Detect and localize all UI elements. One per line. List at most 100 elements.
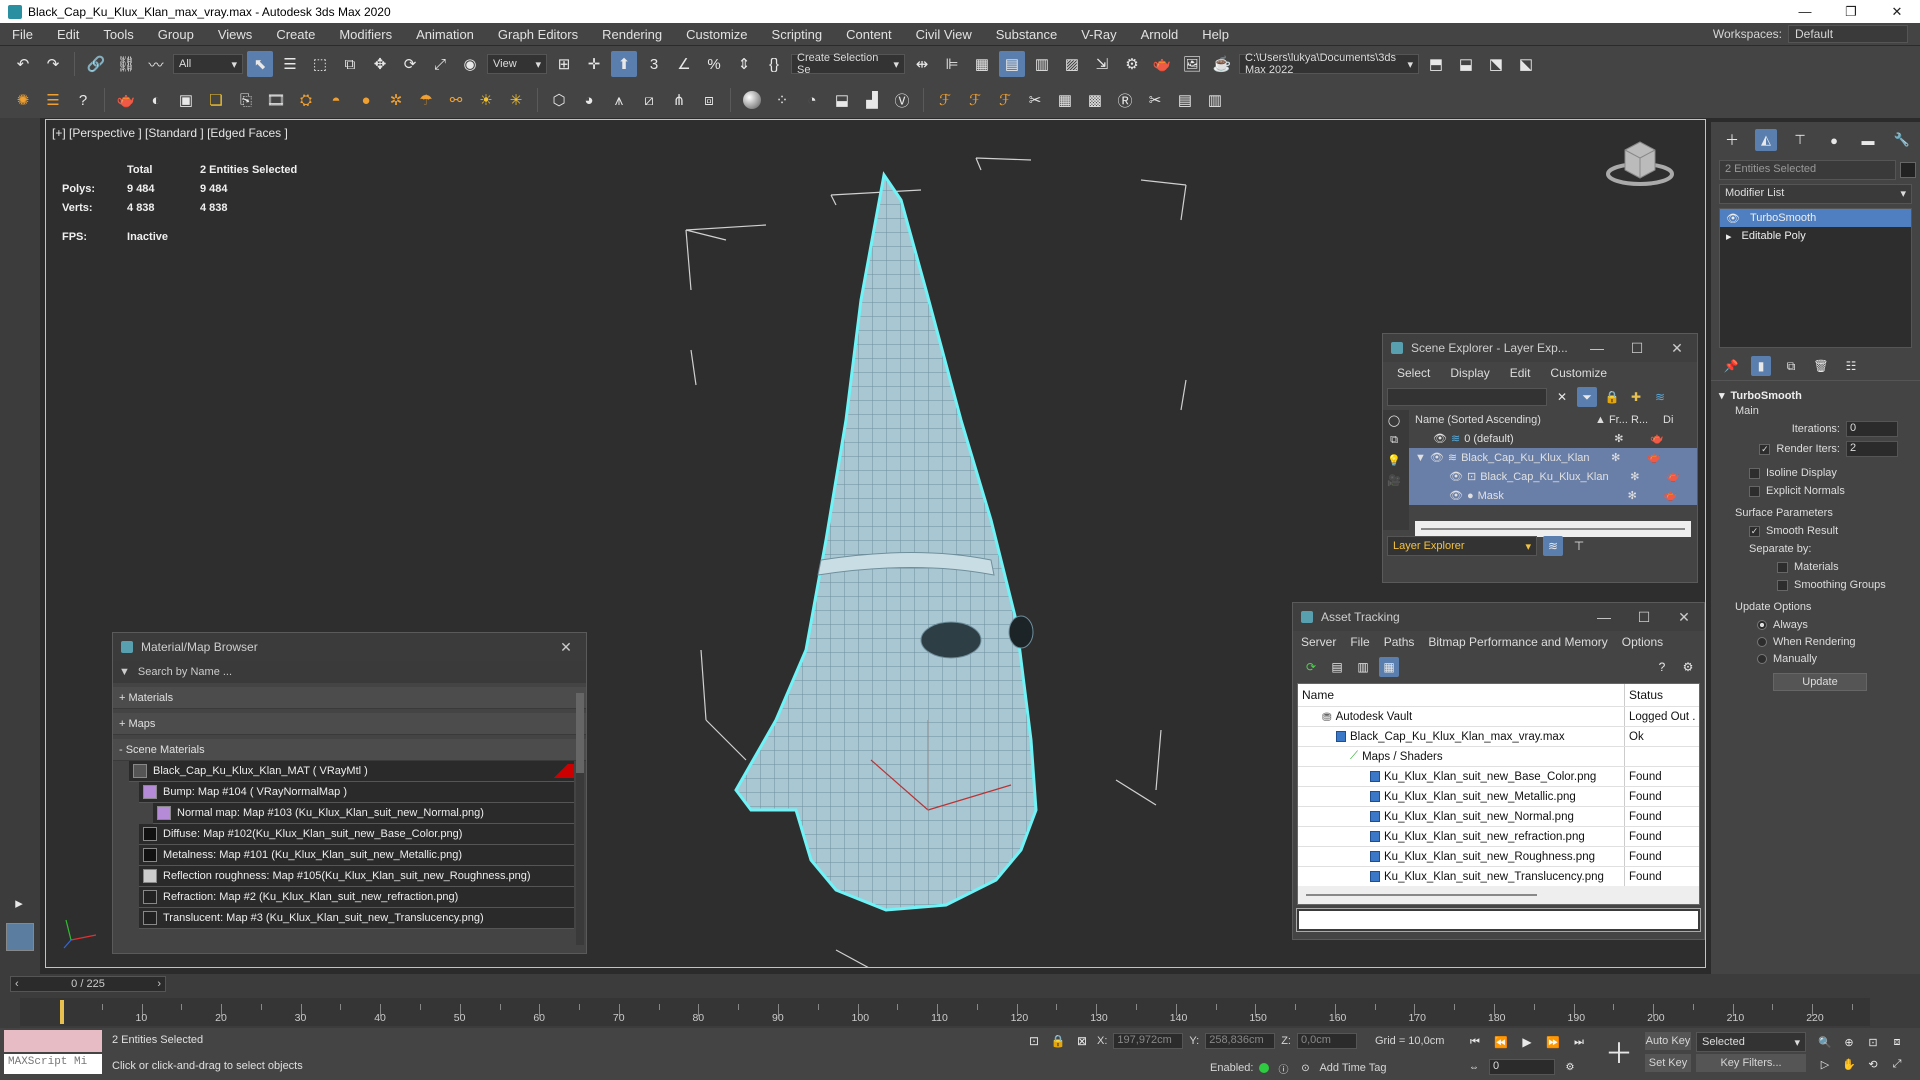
table-row[interactable]: Ku_Klux_Klan_suit_new_Normal.png Found [1298, 806, 1699, 826]
forest-grid-icon[interactable]: ▦ [1052, 87, 1078, 113]
se-menu-select[interactable]: Select [1397, 366, 1430, 380]
set-key-button[interactable]: Set Key [1645, 1054, 1691, 1072]
maxscript-mini-listener[interactable]: MAXScript Mi [4, 1054, 102, 1074]
se-search-input[interactable] [1387, 388, 1547, 406]
refresh-icon[interactable]: ⟳ [1301, 657, 1321, 677]
opt-always-row[interactable]: Always [1719, 619, 1912, 631]
play-icon[interactable]: ▶ [1517, 1032, 1537, 1052]
vray-ies-light-icon[interactable]: ☂ [413, 87, 439, 113]
select-by-name-icon[interactable]: ☰ [277, 51, 303, 77]
vray-material-sphere-icon[interactable] [739, 87, 765, 113]
project-icon-2[interactable]: ⬓ [1453, 51, 1479, 77]
hierarchy-tab-icon[interactable]: ⊤ [1789, 129, 1811, 151]
menu-create[interactable]: Create [264, 27, 327, 42]
explorer-type-dropdown[interactable]: Layer Explorer ▾ [1387, 536, 1537, 556]
se-hscrollbar[interactable] [1415, 521, 1691, 537]
absolute-mode-icon[interactable]: ⊠ [1073, 1032, 1091, 1050]
at-menu-server[interactable]: Server [1301, 635, 1336, 649]
scene-explorer-titlebar[interactable]: Scene Explorer - Layer Exp... — ☐ ✕ [1383, 334, 1697, 362]
hierarchy-icon[interactable]: ⊤ [1569, 536, 1589, 556]
unlink-icon[interactable]: ⛓ [113, 51, 139, 77]
pan-icon[interactable]: ✋ [1839, 1054, 1859, 1074]
close-icon[interactable]: ✕ [1874, 0, 1920, 23]
select-manipulate-icon[interactable]: ✛ [581, 51, 607, 77]
vray-film-icon[interactable]: 🎞 [263, 87, 289, 113]
table-row[interactable]: Ku_Klux_Klan_suit_new_refraction.png Foun… [1298, 826, 1699, 846]
material-browser-titlebar[interactable]: Material/Map Browser ✕ [113, 633, 586, 661]
goto-start-icon[interactable]: ⏮ [1465, 1032, 1485, 1052]
zoom-extents-icon[interactable]: ⊡ [1863, 1032, 1883, 1052]
vray-asset-icon[interactable]: ✺ [10, 87, 36, 113]
workspace-dropdown[interactable]: Default [1788, 25, 1908, 43]
vray-grass-icon[interactable]: ⋔ [666, 87, 692, 113]
smooth-result-checkbox[interactable]: ✓ [1749, 525, 1760, 537]
auto-key-button[interactable]: Auto Key [1645, 1032, 1691, 1050]
material-item[interactable]: Reflection roughness: Map #105(Ku_Klux_K… [139, 866, 574, 887]
eye-icon[interactable]: 👁 [1449, 470, 1463, 483]
table-row[interactable]: ⛃ Autodesk Vault Logged Out . [1298, 706, 1699, 726]
railclone-list-icon[interactable]: ▤ [1172, 87, 1198, 113]
display-all-icon[interactable]: ⧉ [1383, 430, 1405, 450]
time-prev-icon[interactable]: ‹ [15, 978, 19, 990]
vray-ipr-icon[interactable]: ◐ [143, 87, 169, 113]
menu-file[interactable]: File [0, 27, 45, 42]
list-icon[interactable]: ▤ [1327, 657, 1347, 677]
close-icon[interactable]: ✕ [1664, 609, 1704, 626]
selection-lock-icon[interactable]: 🔒 [1049, 1032, 1067, 1050]
menu-civil-view[interactable]: Civil View [904, 27, 984, 42]
minimize-icon[interactable]: — [1584, 609, 1624, 626]
render-iters-checkbox[interactable]: ✓ [1759, 443, 1771, 455]
stack-item-editable-poly[interactable]: ▸ Editable Poly [1720, 227, 1911, 245]
material-search-input[interactable]: Search by Name ... [138, 666, 232, 678]
undo-icon[interactable]: ↶ [10, 51, 36, 77]
create-tab-icon[interactable]: ＋ [1721, 129, 1743, 151]
maximize-icon[interactable]: ☐ [1617, 340, 1657, 357]
filter-icon[interactable]: ⏷ [1577, 387, 1597, 407]
maxscript-listener-pink[interactable] [4, 1030, 102, 1052]
ribbon-icon[interactable]: ▥ [1029, 51, 1055, 77]
eye-icon[interactable]: 👁 [1433, 432, 1447, 445]
se-row[interactable]: 👁 ● Mask ✻ 🫖 [1409, 486, 1697, 505]
pin-stack-icon[interactable]: 📌 [1721, 356, 1741, 376]
menu-animation[interactable]: Animation [404, 27, 486, 42]
at-menu-options[interactable]: Options [1622, 635, 1663, 649]
se-menu-customize[interactable]: Customize [1550, 366, 1607, 380]
chevron-down-icon[interactable]: ▼ [119, 666, 130, 678]
time-next-icon[interactable]: › [157, 978, 161, 990]
angle-snap-icon[interactable]: ∠ [671, 51, 697, 77]
material-browser-scrollbar[interactable] [576, 693, 584, 945]
vray-list-icon[interactable]: ☰ [40, 87, 66, 113]
explicit-normals-checkbox[interactable] [1749, 485, 1760, 497]
menu-arnold[interactable]: Arnold [1129, 27, 1191, 42]
time-tag-icon[interactable]: ⊙ [1297, 1060, 1313, 1076]
select-object-icon[interactable]: ⬉ [247, 51, 273, 77]
forest-library-icon[interactable]: ▩ [1082, 87, 1108, 113]
scene-explorer-icon[interactable]: ▤ [999, 51, 1025, 77]
material-editor-icon[interactable]: ⚙ [1119, 51, 1145, 77]
window-crossing-icon[interactable]: ⧉ [337, 51, 363, 77]
close-icon[interactable]: ✕ [1657, 340, 1697, 357]
freeze-icon[interactable]: ✻ [1614, 432, 1650, 445]
edit-named-sets-icon[interactable]: {} [761, 51, 787, 77]
opt-manually-radio[interactable] [1757, 654, 1767, 664]
display-lights-icon[interactable]: 💡 [1383, 450, 1405, 470]
forest-tool-icon[interactable]: ✂ [1022, 87, 1048, 113]
track-bar[interactable]: 10 20 30 40 50 60 70 80 90 100 110 120 130 140 150 160 1… [20, 998, 1870, 1026]
selection-filter-dropdown[interactable]: All ▾ [173, 54, 243, 74]
vray-light-icon[interactable]: ⛭ [293, 87, 319, 113]
asset-path-field[interactable] [1296, 908, 1701, 932]
update-button[interactable]: Update [1773, 673, 1867, 691]
expand-arrow-icon[interactable]: ▸ [1726, 230, 1732, 243]
at-menu-paths[interactable]: Paths [1384, 635, 1415, 649]
menu-help[interactable]: Help [1190, 27, 1241, 42]
x-coord-field[interactable]: 197,972cm [1113, 1033, 1184, 1049]
configure-sets-icon[interactable]: ☷ [1841, 356, 1861, 376]
zoom-extents-all-icon[interactable]: ⧈ [1887, 1032, 1907, 1052]
vray-fur-icon[interactable]: ⩚ [606, 87, 632, 113]
pivot-icon[interactable]: ⊞ [551, 51, 577, 77]
isoline-checkbox[interactable] [1749, 467, 1760, 479]
opt-always-radio[interactable] [1757, 620, 1767, 630]
stack-item-turbosmooth[interactable]: 👁 TurboSmooth [1720, 209, 1911, 227]
material-item[interactable]: Metalness: Map #101 (Ku_Klux_Klan_suit_n… [139, 845, 574, 866]
utilities-tab-icon[interactable]: 🔧 [1891, 129, 1913, 151]
